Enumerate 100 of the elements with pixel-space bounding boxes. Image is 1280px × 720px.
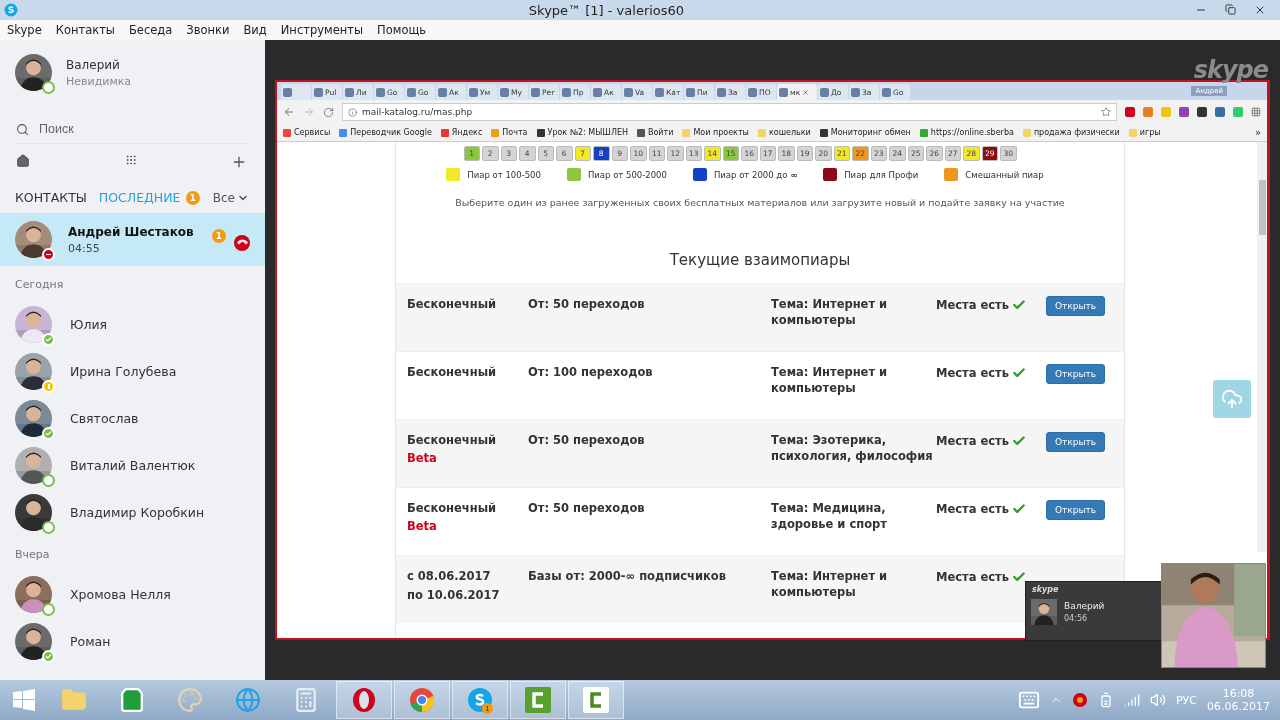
bookmark[interactable]: Войти (637, 128, 674, 137)
menu-item[interactable]: Беседа (128, 23, 173, 37)
globe-icon (235, 687, 261, 713)
bookmark[interactable]: Сервисы (283, 128, 331, 137)
menu-item[interactable]: Инструменты (280, 23, 364, 37)
close-icon[interactable] (1254, 4, 1266, 16)
battery-icon[interactable] (1098, 692, 1114, 708)
open-button[interactable]: Открыть (1046, 364, 1106, 384)
chrome-logo-icon (409, 687, 435, 713)
search-icon (16, 122, 29, 136)
traffic-text: От: 50 переходов (528, 500, 646, 517)
signal-icon[interactable] (1124, 692, 1140, 708)
traffic-text: Базы от: 2000-∞ подписчиков (528, 568, 728, 585)
contact-item[interactable]: Святослав (0, 395, 265, 442)
cloud-upload-icon (1221, 388, 1243, 410)
info-icon (348, 107, 357, 117)
bookmark[interactable]: https://online.sberba (919, 128, 1014, 137)
bookmark[interactable]: Мониторинг обмен (819, 128, 911, 137)
section-title: Сегодня (14, 277, 65, 293)
contact-item[interactable]: Роман (0, 618, 265, 665)
dialpad-icon[interactable] (124, 154, 137, 166)
window-title: Skype™ [1] - valerios60 (527, 2, 686, 18)
menu-icon[interactable] (1251, 107, 1261, 117)
topic-text: Тема: Интернет и компьютеры (771, 568, 889, 601)
taskbar-app[interactable] (568, 681, 624, 719)
period-text: Бесконечный (407, 500, 498, 517)
topic-text: Тема: Интернет и компьютеры (771, 364, 889, 397)
list-tab[interactable]: КОНТАКТЫ (15, 190, 87, 205)
filter-dropdown[interactable]: Все (212, 190, 249, 205)
profile-name: Валерий (66, 57, 121, 72)
period-text: Бесконечный (407, 432, 498, 449)
bookmark[interactable]: Почта (491, 128, 528, 137)
address-field[interactable]: mail-katalog.ru/mas.php (342, 103, 1117, 121)
back-icon[interactable] (283, 106, 295, 118)
hint-text: Выберите один из ранее загруженных своих бесплатных материалов или загрузите новый и подайте заявку на участие (454, 196, 1066, 208)
bookmark[interactable]: игры (1128, 128, 1161, 137)
search-input[interactable]: Поиск (37, 121, 217, 137)
ring-logo-icon[interactable] (1072, 692, 1088, 708)
open-button[interactable]: Открыть (1046, 500, 1106, 520)
period-text: с 08.06.2017 (407, 568, 492, 585)
topic-text: Тема: Эзотерика, психология, философия (771, 432, 934, 465)
volume-icon[interactable] (1150, 692, 1166, 708)
bookmark[interactable]: кошельки (757, 128, 811, 137)
traffic-text: От: 50 переходов (528, 432, 646, 449)
call-duration: 04:55 (68, 241, 101, 255)
home-icon[interactable] (16, 154, 30, 168)
period-text: Бесконечный (407, 364, 498, 381)
scrollbar[interactable] (1257, 142, 1267, 552)
places-text: Места есть (936, 366, 1010, 380)
check-icon (1012, 366, 1027, 380)
bookmark[interactable]: Яндекс (440, 128, 483, 137)
section-heading: Текущие взаимопиары (668, 250, 852, 271)
count-badge: 1 (212, 228, 226, 243)
contact-item[interactable]: Хромова Нелля (0, 571, 265, 618)
menu-item[interactable]: Звонки (186, 23, 230, 37)
legend-label: Пиар от 100-500 (467, 169, 541, 180)
menu-item[interactable]: Помощь (377, 23, 427, 37)
menu-item[interactable]: Skype (7, 23, 42, 37)
add-icon[interactable] (231, 154, 247, 170)
check-icon (1012, 570, 1027, 584)
open-button[interactable]: Открыть (1046, 432, 1106, 452)
bookmark[interactable]: продажа физически (1022, 128, 1120, 137)
check-icon (1012, 502, 1027, 516)
star-icon[interactable] (1101, 107, 1111, 117)
contact-item[interactable]: Ирина Голубева (0, 348, 265, 395)
browser-tab[interactable] (281, 84, 311, 100)
contact-item[interactable]: Виталий Валентюк (0, 442, 265, 489)
places-text: Места есть (936, 434, 1010, 448)
caller-name: Валерий (1064, 601, 1105, 611)
contact-item[interactable]: Юлия (0, 301, 265, 348)
call-duration: 04:56 (1064, 614, 1089, 623)
keyboard-icon[interactable] (1018, 689, 1040, 711)
status-offline-icon (42, 81, 55, 94)
taskbar-app[interactable] (336, 681, 392, 719)
skype-logo: skype (1031, 584, 1060, 596)
upload-button[interactable] (1213, 380, 1251, 418)
menu-item[interactable]: Вид (243, 23, 267, 37)
bookmark[interactable]: Урок №2: МЫШЛЕН (536, 128, 628, 137)
skype-logo: skype (1193, 56, 1268, 84)
ring-logo-icon (351, 687, 377, 713)
more-bookmarks[interactable]: » (1254, 127, 1261, 138)
clock-time: 16:08 (1222, 687, 1255, 700)
bookmark[interactable]: Мои проекты (682, 128, 749, 137)
restore-icon[interactable] (1225, 4, 1236, 15)
bookmark[interactable]: Переводчик Google (339, 128, 432, 137)
c-logo-icon (525, 687, 551, 713)
legend-label: Пиар от 2000 до ∞ (713, 169, 798, 180)
taskbar-app[interactable] (394, 681, 450, 719)
open-button[interactable]: Открыть (1046, 296, 1106, 316)
folder-icon (61, 687, 87, 713)
windows-logo-icon (13, 689, 35, 711)
search-field[interactable]: Поиск (16, 115, 249, 144)
taskbar-app[interactable] (510, 681, 566, 719)
legend-label: Смешанный пиар (965, 169, 1044, 180)
hang-up-icon[interactable] (234, 234, 250, 251)
check-icon (1012, 298, 1027, 312)
reload-icon[interactable] (323, 106, 334, 118)
menu-item[interactable]: Контакты (55, 23, 115, 37)
conversation-item[interactable]: Андрей Шестаков 04:55 1 (0, 213, 265, 266)
contact-item[interactable]: Владимир Коробкин (0, 489, 265, 536)
